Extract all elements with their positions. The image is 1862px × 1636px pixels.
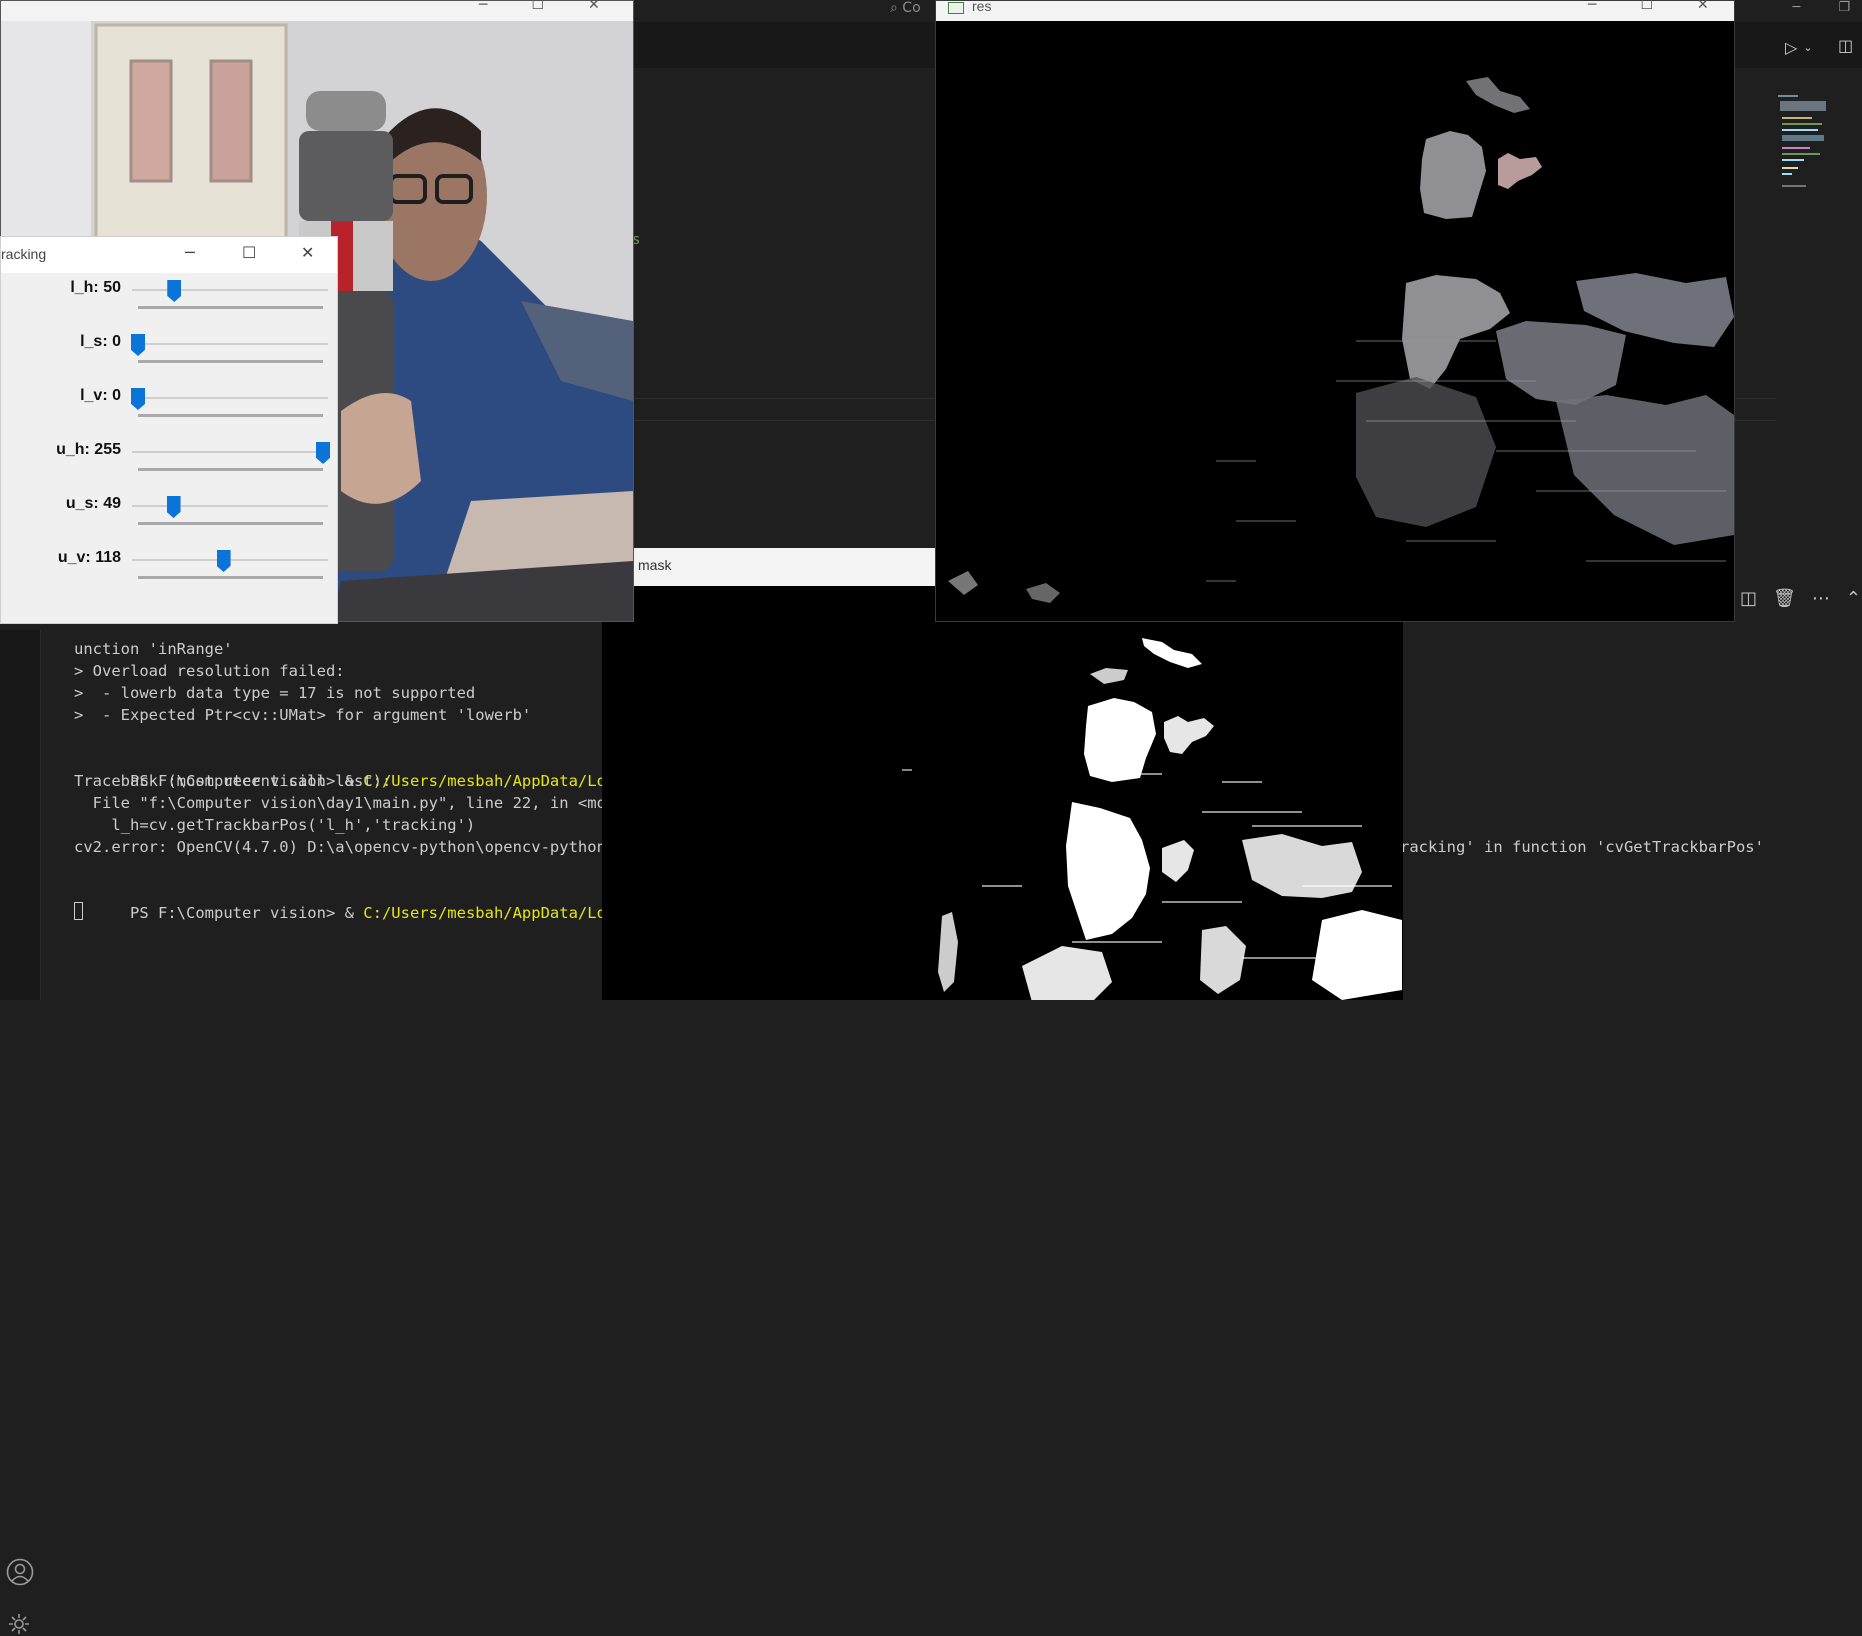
play-icon: ▷ [1785, 38, 1798, 57]
terminal-line: > - lowerb data type = 17 is not support… [74, 684, 476, 702]
window-controls: ─ ☐ ✕ [479, 0, 600, 13]
window-title: res [972, 0, 992, 14]
close-icon[interactable]: ✕ [301, 243, 314, 262]
terminal-line: File "f:\Computer vision\day1\main.py", … [74, 794, 625, 812]
res-titlebar[interactable]: res ─ ☐ ✕ [936, 0, 1734, 21]
trackbar-track[interactable] [132, 343, 328, 345]
trackbar-thumb[interactable] [216, 550, 231, 572]
terminal-line: unction 'inRange' [74, 640, 233, 658]
tracking-titlebar[interactable]: racking ─ ☐ ✕ [1, 237, 337, 273]
trackbar-thumb[interactable] [316, 442, 330, 464]
trackbar-scale [138, 576, 323, 579]
window-title: racking [1, 246, 47, 262]
trackbar-label: l_s: 0 [80, 333, 121, 350]
trackbar-row: u_h: 255 [1, 441, 337, 495]
trackbar-track[interactable] [132, 451, 328, 453]
trackbar-thumb[interactable] [166, 496, 181, 518]
trackbar-row: l_h: 50 [1, 279, 337, 333]
trackbar-thumb[interactable] [131, 334, 145, 356]
trackbar-label: u_h: 255 [56, 441, 121, 458]
res-window[interactable]: res ─ ☐ ✕ [935, 0, 1735, 622]
trackbar-row: u_s: 49 [1, 495, 337, 549]
vscode-window-controls: ─ ❐ [1793, 0, 1850, 15]
trackbar-label: u_v: 118 [57, 549, 121, 566]
trackbar-row: l_s: 0 [1, 333, 337, 387]
terminal-cursor [74, 902, 83, 920]
close-icon[interactable]: ✕ [588, 0, 600, 13]
terminal-line: > Overload resolution failed: [74, 662, 345, 680]
minimize-icon[interactable]: ─ [479, 0, 487, 13]
gear-icon[interactable] [7, 1612, 31, 1636]
trackbar-scale [138, 414, 323, 417]
split-editor-icon[interactable]: ◫ [1838, 36, 1853, 55]
trackbar-scale [138, 468, 323, 471]
trackbar-scale [138, 360, 323, 363]
minimap[interactable] [1778, 95, 1830, 190]
close-icon[interactable]: ✕ [1697, 0, 1709, 13]
activity-bar [0, 630, 41, 1634]
chevron-up-icon[interactable]: ⌃ [1846, 588, 1861, 609]
maximize-icon[interactable]: ☐ [531, 0, 544, 13]
trackbar-scale [138, 522, 323, 525]
window-title: mask [638, 557, 672, 573]
trackbar-thumb[interactable] [167, 280, 182, 302]
trackbar-track[interactable] [132, 505, 328, 507]
terminal-line-overflow: racking' in function 'cvGetTrackbarPos' [1400, 838, 1764, 856]
terminal-prompt-line: PS F:\Computer vision> & C:/Users/mesbah… [74, 880, 681, 946]
mask-image [602, 586, 1403, 1000]
frame-titlebar[interactable]: ─ ☐ ✕ [1, 0, 633, 21]
run-button[interactable]: ▷ ⌄ [1785, 38, 1813, 57]
trackbar-scale [138, 306, 323, 309]
split-terminal-icon[interactable]: ◫ [1740, 588, 1757, 609]
maximize-icon[interactable]: ☐ [1640, 0, 1653, 13]
maximize-icon[interactable]: ❐ [1838, 0, 1850, 15]
image-icon [948, 2, 964, 14]
terminal-line: cv2.error: OpenCV(4.7.0) D:\a\opencv-pyt… [74, 838, 625, 856]
trackbar-label: u_s: 49 [65, 495, 121, 512]
trackbar-label: l_v: 0 [80, 387, 121, 404]
minimize-icon[interactable]: ─ [1793, 0, 1801, 15]
command-center-text: Co [902, 0, 921, 16]
minimize-icon[interactable]: ─ [1588, 0, 1596, 13]
trash-icon[interactable]: 🗑 [1773, 588, 1796, 609]
trackbar-row: l_v: 0 [1, 387, 337, 441]
trackbar-thumb[interactable] [131, 388, 145, 410]
terminal-line: Traceback (most recent call last): [74, 772, 392, 790]
maximize-icon[interactable]: ☐ [242, 243, 256, 262]
terminal-line: > - Expected Ptr<cv::UMat> for argument … [74, 706, 532, 724]
res-image [936, 21, 1734, 621]
trackbar-label: l_h: 50 [70, 279, 121, 296]
window-controls: ─ ☐ ✕ [1588, 0, 1709, 13]
terminal-line: l_h=cv.getTrackbarPos('l_h','tracking') [74, 816, 476, 834]
trackbar-row: u_v: 118 [1, 549, 337, 603]
trackbar-track[interactable] [132, 397, 328, 399]
chevron-down-icon[interactable]: ⌄ [1803, 41, 1812, 54]
minimize-icon[interactable]: ─ [185, 243, 195, 262]
terminal-prompt: PS F:\Computer vision> & [130, 904, 364, 922]
account-icon[interactable] [6, 1558, 34, 1586]
search-icon: ⌕ [890, 0, 898, 16]
panel-toolbar: ◫ 🗑 ⋯ ⌃ [1740, 588, 1861, 609]
tracking-window[interactable]: racking ─ ☐ ✕ l_h: 50 l_s: 0 l_v: 0 u_h: 25… [0, 236, 338, 624]
trackbar-track[interactable] [132, 289, 328, 291]
more-icon[interactable]: ⋯ [1812, 588, 1830, 609]
